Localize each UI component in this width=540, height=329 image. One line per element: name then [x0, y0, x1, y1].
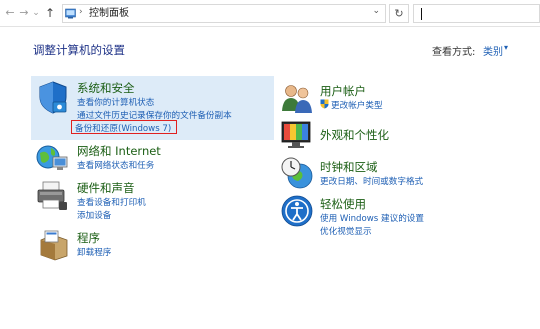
category-programs[interactable]: 程序: [77, 230, 100, 246]
link-change-date-time-format[interactable]: 更改日期、时间或数字格式: [320, 175, 423, 187]
programs-box-icon: [40, 230, 68, 261]
address-bar: ← → ⌄ ↑ › 控制面板 ⌄ ↻: [0, 0, 540, 27]
recent-locations-icon[interactable]: ⌄: [30, 5, 42, 21]
refresh-button[interactable]: ↻: [389, 4, 409, 23]
category-ease-of-access[interactable]: 轻松使用: [320, 196, 366, 212]
appearance-monitor-icon: [281, 121, 311, 148]
clock-globe-icon: [281, 157, 313, 189]
page-title: 调整计算机的设置: [33, 43, 125, 57]
link-view-computer-status[interactable]: 查看你的计算机状态: [77, 96, 154, 108]
ease-of-access-icon: [281, 195, 313, 227]
network-globe-icon: [36, 145, 68, 170]
up-arrow-icon[interactable]: ↑: [44, 5, 56, 21]
hardware-printer-icon: [37, 181, 67, 210]
back-arrow-icon[interactable]: ←: [4, 5, 16, 21]
system-security-shield-icon: [39, 81, 67, 114]
breadcrumb-location[interactable]: 控制面板: [89, 7, 129, 21]
view-by-dropdown[interactable]: 类别: [483, 43, 503, 58]
category-user-accounts[interactable]: 用户帐户: [320, 83, 366, 99]
category-clock-region[interactable]: 时钟和区域: [320, 159, 378, 175]
control-panel-icon: [65, 8, 76, 19]
link-add-device[interactable]: 添加设备: [77, 209, 111, 221]
link-network-status[interactable]: 查看网络状态和任务: [77, 159, 154, 171]
link-devices-printers[interactable]: 查看设备和打印机: [77, 196, 146, 208]
link-windows-recommended-settings[interactable]: 使用 Windows 建议的设置: [320, 212, 424, 224]
address-field[interactable]: › 控制面板 ⌄: [62, 4, 386, 23]
category-system-security[interactable]: 系统和安全: [77, 80, 135, 96]
chevron-down-icon[interactable]: ▾: [504, 43, 508, 52]
link-optimize-visual-display[interactable]: 优化视觉显示: [320, 225, 372, 237]
breadcrumb-separator: ›: [79, 7, 83, 17]
category-network-internet[interactable]: 网络和 Internet: [77, 143, 161, 159]
category-appearance-personalization[interactable]: 外观和个性化: [320, 127, 389, 143]
forward-arrow-icon[interactable]: →: [18, 5, 30, 21]
category-hardware-sound[interactable]: 硬件和声音: [77, 180, 135, 196]
link-change-account-type[interactable]: 更改帐户类型: [331, 99, 383, 111]
view-by-label: 查看方式:: [432, 47, 476, 58]
uac-shield-icon: [320, 99, 329, 109]
chevron-down-icon[interactable]: ⌄: [372, 6, 380, 16]
link-uninstall-program[interactable]: 卸载程序: [77, 246, 111, 258]
link-backup-restore[interactable]: 备份和还原(Windows 7): [75, 122, 171, 134]
user-accounts-icon: [282, 85, 312, 113]
text-caret: [421, 8, 422, 20]
search-input[interactable]: [413, 4, 540, 23]
